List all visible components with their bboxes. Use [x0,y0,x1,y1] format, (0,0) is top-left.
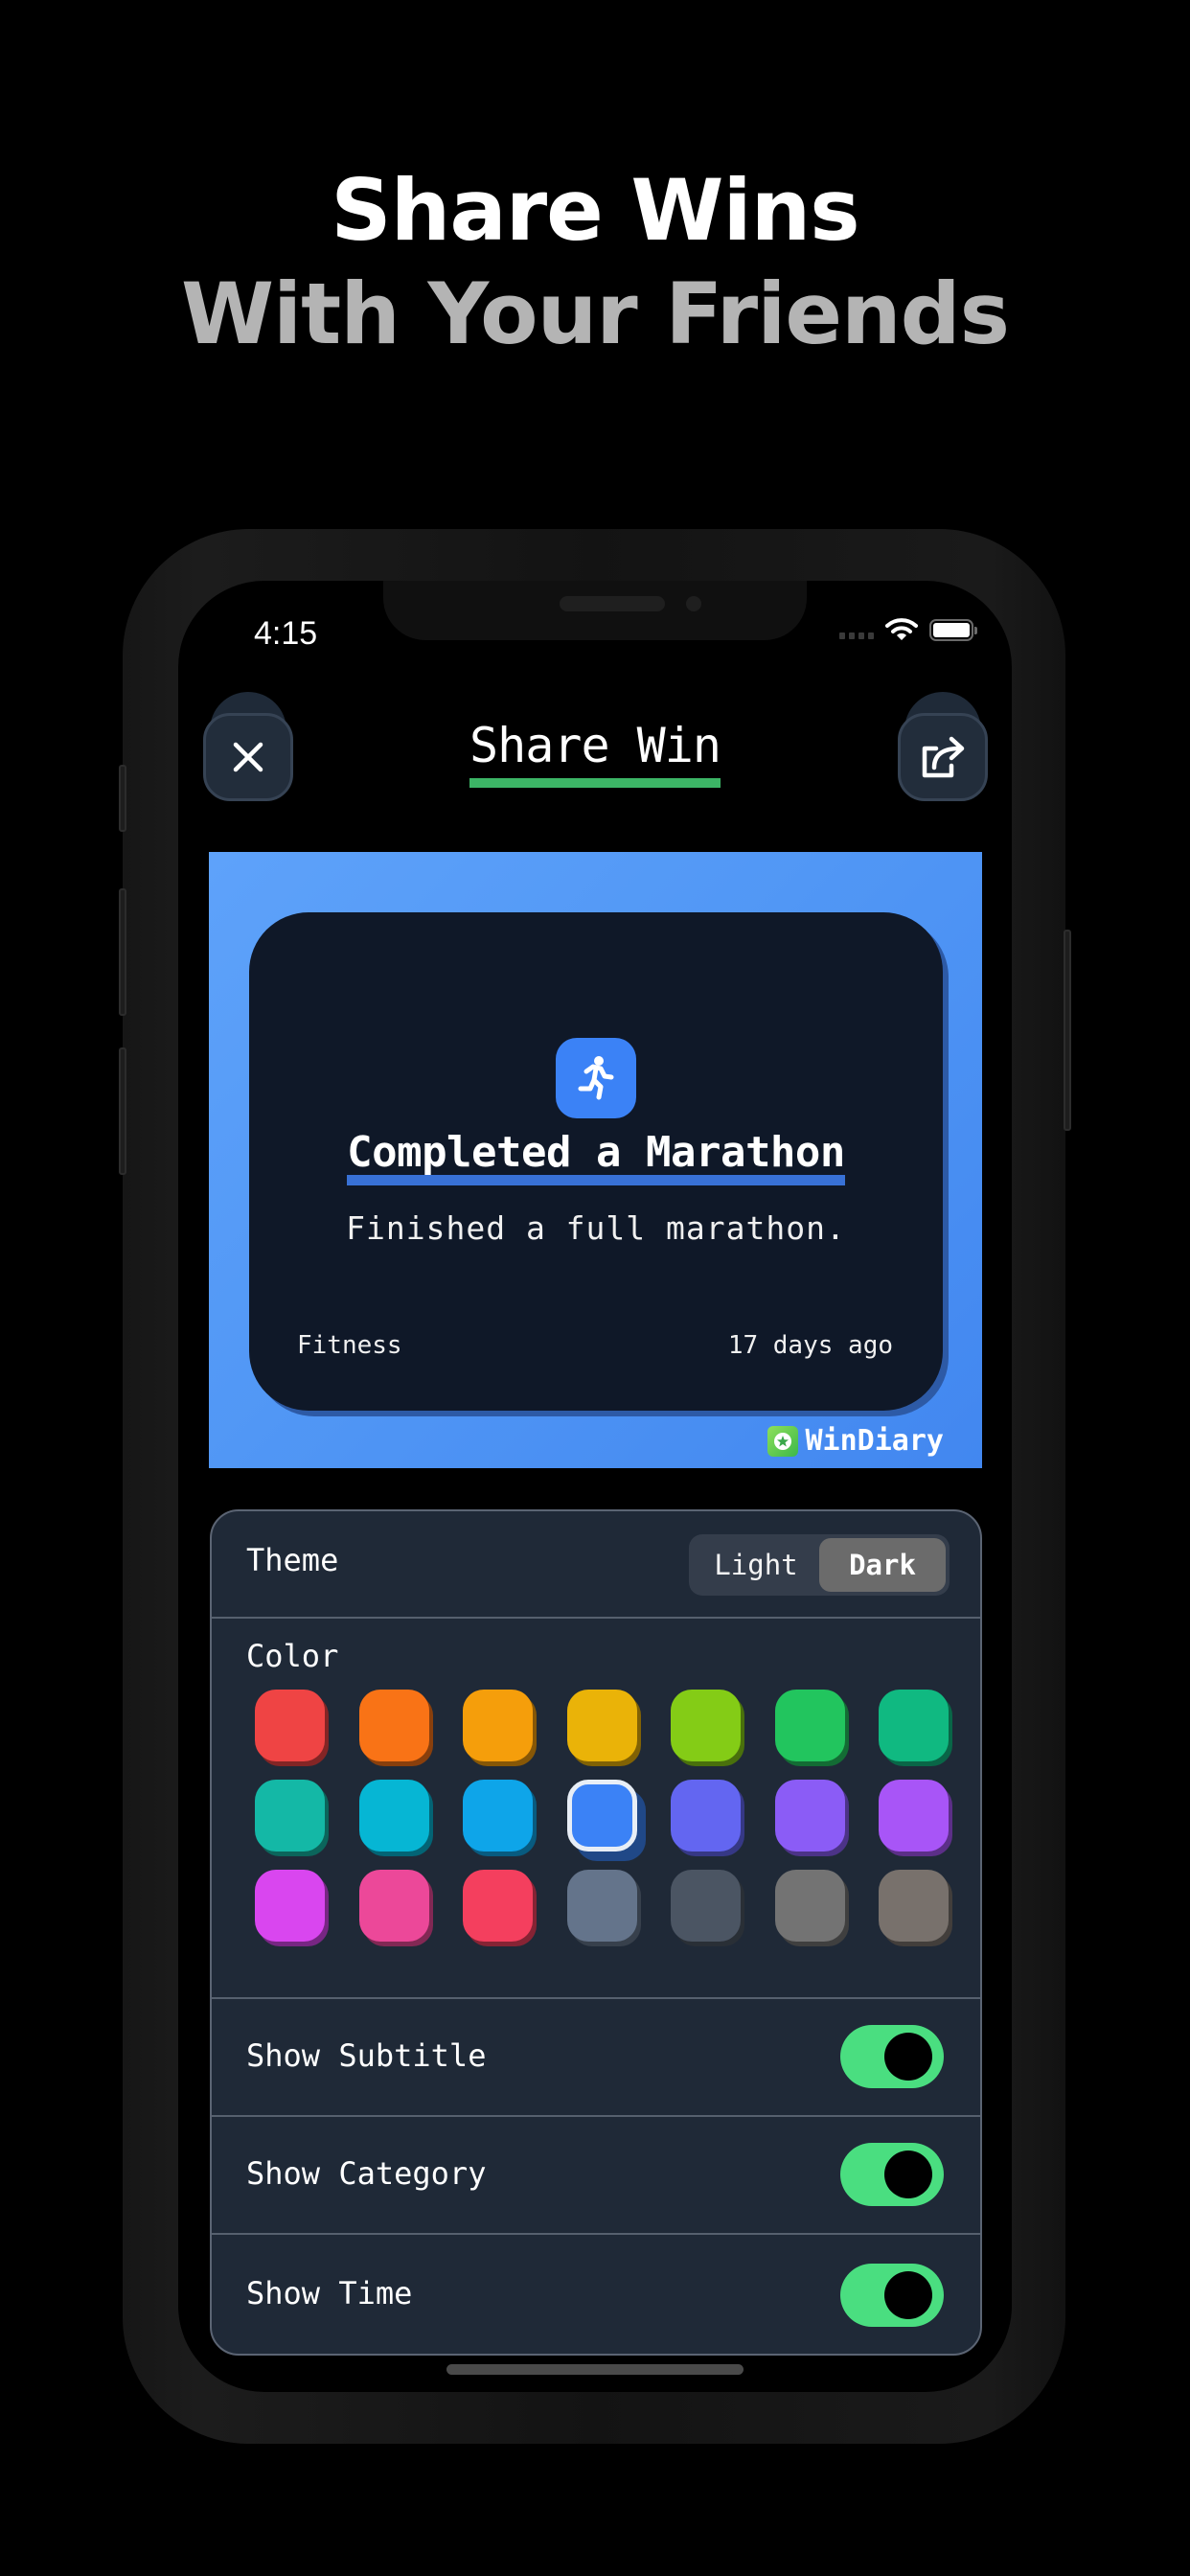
theme-segmented-control: Light Dark [689,1534,950,1596]
phone-power-button [1064,930,1071,1131]
color-swatch-gray[interactable] [671,1870,741,1942]
share-button[interactable] [898,713,988,801]
color-swatch-stone[interactable] [879,1870,949,1942]
front-camera [686,596,701,611]
color-swatch-wrap [358,1690,429,1761]
win-subtitle: Finished a full marathon. [346,1209,846,1247]
windiary-logo-icon [767,1425,798,1457]
toggle-knob [884,2033,932,2081]
settings-panel: Theme Light Dark Color Show Subtitle Sho… [210,1509,982,2356]
phone-volume-down-button [119,1047,126,1175]
color-swatch-slate[interactable] [566,1870,637,1942]
color-swatch-wrap [255,1780,325,1852]
color-swatch-blue[interactable] [566,1780,637,1852]
win-title-wrap: Completed a Marathon [249,1130,943,1186]
theme-row: Theme Light Dark [212,1511,980,1619]
phone-volume-up-button [119,888,126,1016]
color-swatch-wrap [566,1780,637,1852]
color-swatch-orange[interactable] [358,1690,429,1761]
color-swatch-wrap [255,1870,325,1942]
speaker [560,596,665,611]
color-swatch-cyan[interactable] [358,1780,429,1852]
phone-mute-switch [119,765,126,832]
color-swatch-wrap [463,1870,533,1942]
show-subtitle-toggle[interactable] [840,2025,944,2088]
share-preview: Completed a Marathon Finished a full mar… [209,852,982,1468]
color-swatch-rose[interactable] [463,1870,533,1942]
color-swatch-lime[interactable] [671,1690,741,1761]
wifi-icon [885,618,918,640]
win-time-ago: 17 days ago [727,1331,893,1360]
color-swatch-emerald[interactable] [879,1690,949,1761]
color-swatch-wrap [358,1870,429,1942]
notch [383,581,807,640]
color-swatch-wrap [671,1690,741,1761]
phone-screen: 4:15 Share Win Completed a Marathon Fini… [178,581,1012,2392]
color-swatch-wrap [774,1780,845,1852]
theme-label: Theme [246,1542,339,1578]
page-title: Share Win [469,720,721,788]
signal-dots-icon [839,632,874,639]
show-time-toggle[interactable] [840,2264,944,2327]
color-swatch-wrap [879,1870,949,1942]
color-swatch-wrap [463,1690,533,1761]
toggle-knob [884,2271,932,2319]
show-time-label: Show Time [246,2275,413,2312]
win-category: Fitness [297,1331,402,1360]
show-subtitle-label: Show Subtitle [246,2037,487,2074]
theme-option-light[interactable]: Light [693,1538,819,1592]
win-card: Completed a Marathon Finished a full mar… [249,912,943,1411]
running-person-icon [578,1056,614,1100]
color-label: Color [246,1638,339,1674]
page-title-wrap: Share Win [178,720,1012,788]
color-swatch-wrap [879,1690,949,1761]
color-row: Color [212,1619,980,1999]
status-icons [839,617,977,642]
color-swatch-wrap [671,1870,741,1942]
show-category-label: Show Category [246,2155,487,2192]
color-swatch-indigo[interactable] [671,1780,741,1852]
brand-watermark: WinDiary [767,1424,945,1458]
color-swatch-wrap [671,1780,741,1852]
battery-icon [929,618,977,641]
color-swatch-neutral[interactable] [774,1870,845,1942]
color-swatch-wrap [358,1780,429,1852]
color-swatch-green[interactable] [774,1690,845,1761]
color-swatch-violet[interactable] [774,1780,845,1852]
color-swatch-fuchsia[interactable] [255,1870,325,1942]
color-swatch-wrap [463,1780,533,1852]
status-time: 4:15 [254,615,318,652]
toggle-row-show-category: Show Category [212,2117,980,2235]
toggle-knob [884,2150,932,2198]
toggle-row-show-time: Show Time [212,2235,980,2354]
show-category-toggle[interactable] [840,2143,944,2206]
headline-line-1: Share Wins [331,161,859,260]
color-swatch-red[interactable] [255,1690,325,1761]
win-category-icon-badge [556,1038,636,1118]
color-swatch-yellow[interactable] [566,1690,637,1761]
color-swatch-grid [255,1690,949,1942]
win-title: Completed a Marathon [347,1130,845,1186]
color-swatch-wrap [774,1870,845,1942]
home-indicator[interactable] [446,2364,744,2375]
color-swatch-purple[interactable] [879,1780,949,1852]
share-icon [922,736,965,778]
color-swatch-wrap [774,1690,845,1761]
color-swatch-wrap [255,1690,325,1761]
headline-line-2: With Your Friends [180,264,1010,363]
theme-option-dark[interactable]: Dark [819,1538,946,1592]
color-swatch-wrap [566,1690,637,1761]
color-swatch-teal[interactable] [255,1780,325,1852]
color-swatch-wrap [879,1780,949,1852]
color-swatch-sky[interactable] [463,1780,533,1852]
color-swatch-pink[interactable] [358,1870,429,1942]
color-swatch-wrap [566,1870,637,1942]
color-swatch-amber[interactable] [463,1690,533,1761]
toggle-row-show-subtitle: Show Subtitle [212,1999,980,2117]
brand-name: WinDiary [805,1424,945,1458]
